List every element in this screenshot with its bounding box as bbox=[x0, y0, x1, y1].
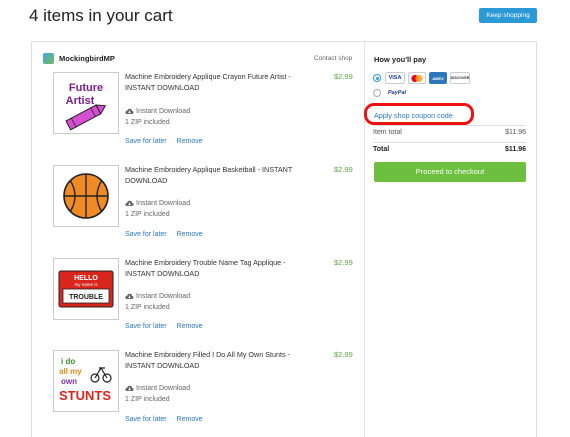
panel-divider bbox=[364, 42, 365, 437]
instant-download: Instant Download bbox=[125, 108, 190, 115]
instant-download: Instant Download bbox=[125, 200, 190, 207]
cloud-download-icon bbox=[125, 200, 134, 206]
item-title[interactable]: Machine Embroidery Applique Crayon Futur… bbox=[125, 72, 305, 93]
item-price: $2.99 bbox=[334, 165, 353, 174]
page-title: 4 items in your cart bbox=[29, 6, 173, 25]
item-title[interactable]: Machine Embroidery Filled I Do All My Ow… bbox=[125, 350, 305, 371]
discover-card-icon: DISCOVER bbox=[450, 72, 470, 84]
zip-count: 1 ZIP included bbox=[125, 396, 170, 403]
zip-count: 1 ZIP included bbox=[125, 304, 170, 311]
future-artist-image: Future Artist bbox=[65, 82, 107, 131]
item-price: $2.99 bbox=[334, 72, 353, 81]
name-tag-image: HELLO my name is TROUBLE bbox=[58, 270, 114, 308]
save-for-later-link[interactable]: Save for later bbox=[125, 138, 167, 145]
item-actions: Save for later Remove bbox=[125, 231, 203, 238]
item-actions: Save for later Remove bbox=[125, 416, 203, 423]
how-you-pay-title: How you'll pay bbox=[374, 55, 427, 64]
thumb-line-4: STUNTS bbox=[59, 388, 111, 403]
thumb-line-2: all my bbox=[59, 367, 82, 376]
proceed-to-checkout-button[interactable]: Proceed to checkout bbox=[374, 162, 526, 182]
summary-divider bbox=[373, 142, 526, 143]
item-thumbnail[interactable]: HELLO my name is TROUBLE bbox=[53, 258, 119, 320]
cart-item: HELLO my name is TROUBLE Machine Embroid… bbox=[53, 258, 353, 338]
cloud-download-icon bbox=[125, 293, 134, 299]
stunts-image: i do all my own STUNTS bbox=[59, 357, 112, 403]
summary-divider bbox=[373, 125, 526, 126]
basketball-image bbox=[63, 173, 109, 219]
amex-card-icon: AMEX bbox=[429, 72, 447, 84]
remove-link[interactable]: Remove bbox=[177, 231, 203, 238]
remove-link[interactable]: Remove bbox=[177, 416, 203, 423]
item-thumbnail[interactable]: i do all my own STUNTS bbox=[53, 350, 119, 412]
thumb-text-main: TROUBLE bbox=[69, 294, 103, 301]
cart-item: Future Artist Machine Embroidery Appliqu… bbox=[53, 72, 353, 152]
item-actions: Save for later Remove bbox=[125, 323, 203, 330]
thumb-text-sub: my name is bbox=[74, 282, 98, 287]
paypal-logo: PayPal bbox=[388, 90, 407, 96]
remove-link[interactable]: Remove bbox=[177, 138, 203, 145]
remove-link[interactable]: Remove bbox=[177, 323, 203, 330]
thumb-text: Future bbox=[69, 82, 103, 94]
cloud-download-icon bbox=[125, 108, 134, 114]
thumb-line-3: own bbox=[61, 377, 77, 386]
svg-text:Artist: Artist bbox=[66, 95, 95, 107]
thumb-line-1: i do bbox=[61, 357, 75, 366]
instant-download: Instant Download bbox=[125, 385, 190, 392]
item-actions: Save for later Remove bbox=[125, 138, 203, 145]
contact-shop-link[interactable]: Contact shop bbox=[314, 55, 352, 62]
instant-download: Instant Download bbox=[125, 293, 190, 300]
item-thumbnail[interactable]: Future Artist bbox=[53, 72, 119, 134]
cloud-download-icon bbox=[125, 385, 134, 391]
zip-count: 1 ZIP included bbox=[125, 119, 170, 126]
cart-item: i do all my own STUNTS Machine Embroider… bbox=[53, 350, 353, 430]
card-payment-radio[interactable] bbox=[373, 74, 381, 82]
paypal-payment-radio[interactable] bbox=[373, 89, 381, 97]
item-price: $2.99 bbox=[334, 350, 353, 359]
item-title[interactable]: Machine Embroidery Trouble Name Tag Appl… bbox=[125, 258, 305, 279]
total-row: Total $11.96 bbox=[373, 146, 526, 153]
cart-item: Machine Embroidery Applique Basketball -… bbox=[53, 165, 353, 245]
item-thumbnail[interactable] bbox=[53, 165, 119, 227]
visa-card-icon: VISA bbox=[385, 72, 405, 84]
item-price: $2.99 bbox=[334, 258, 353, 267]
save-for-later-link[interactable]: Save for later bbox=[125, 231, 167, 238]
shop-avatar[interactable] bbox=[43, 53, 54, 64]
item-total-row: Item total $11.96 bbox=[373, 129, 526, 136]
item-title[interactable]: Machine Embroidery Applique Basketball -… bbox=[125, 165, 305, 186]
keep-shopping-button[interactable]: Keep shopping bbox=[479, 8, 537, 23]
shop-header: MockingbirdMP bbox=[43, 53, 115, 64]
mastercard-circles bbox=[411, 74, 423, 82]
apply-coupon-link[interactable]: Apply shop coupon code bbox=[374, 111, 453, 120]
save-for-later-link[interactable]: Save for later bbox=[125, 323, 167, 330]
mastercard-icon bbox=[408, 72, 426, 84]
zip-count: 1 ZIP included bbox=[125, 211, 170, 218]
save-for-later-link[interactable]: Save for later bbox=[125, 416, 167, 423]
shop-name[interactable]: MockingbirdMP bbox=[59, 54, 115, 63]
thumb-text-top: HELLO bbox=[74, 275, 98, 282]
